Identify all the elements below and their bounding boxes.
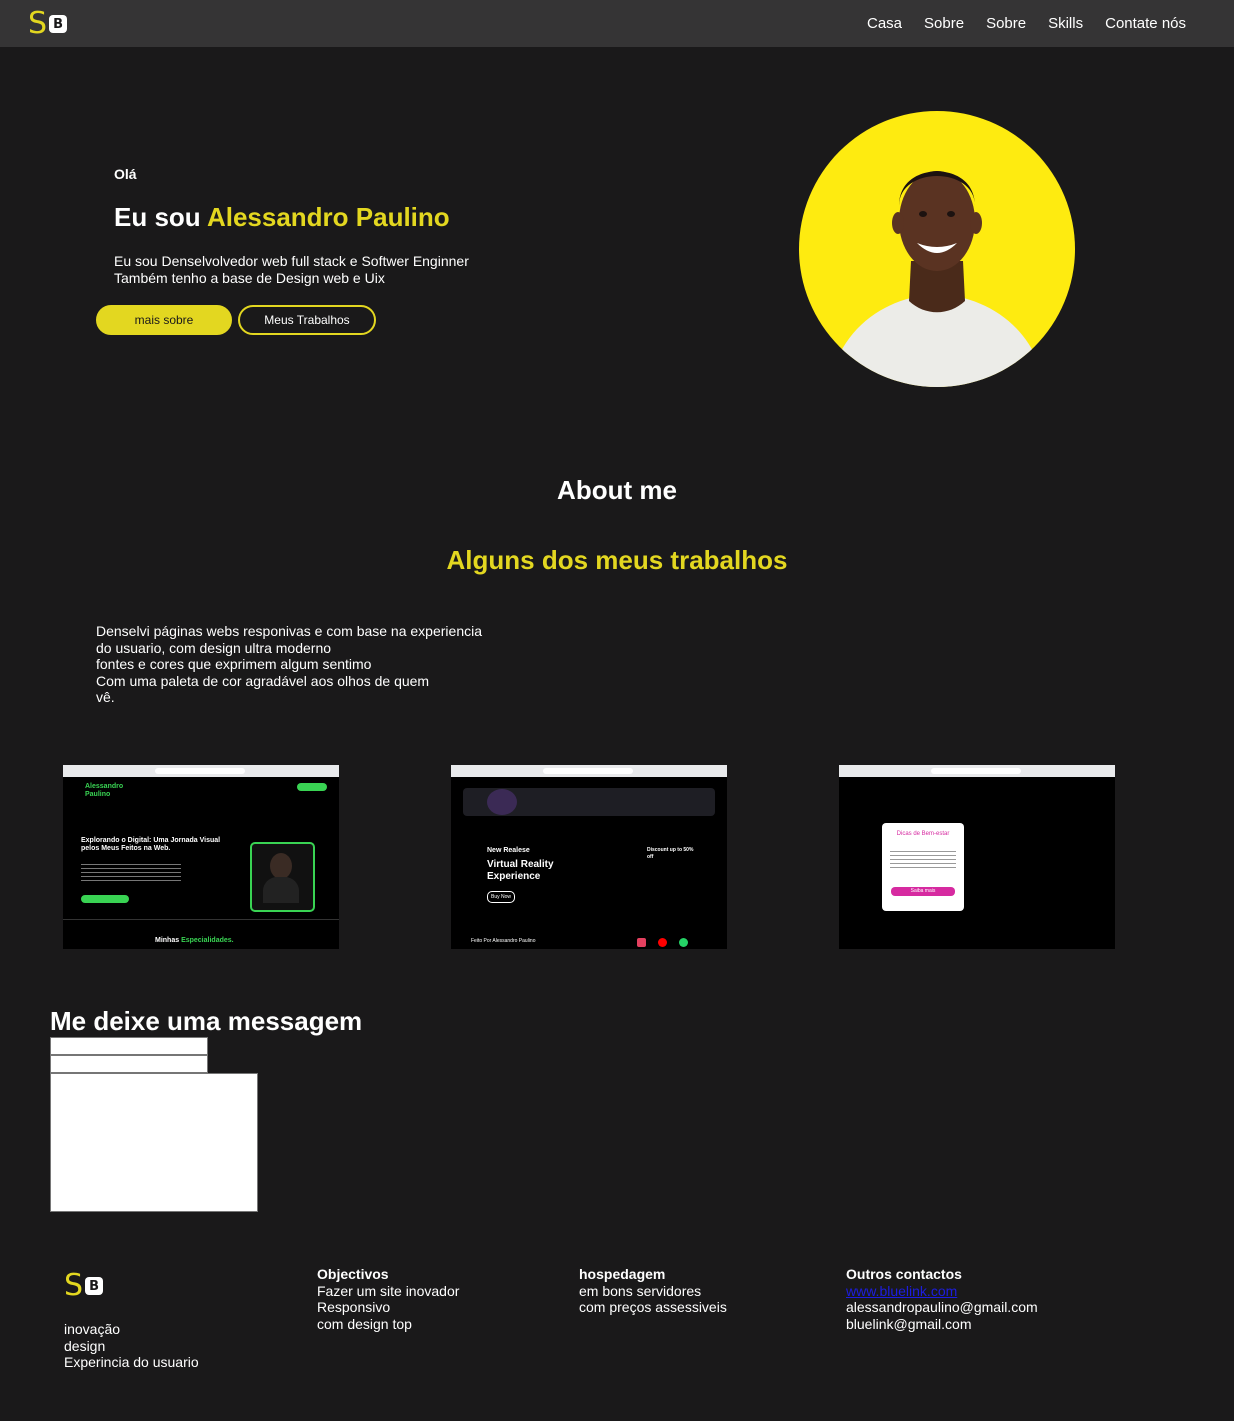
message-textarea[interactable] [50, 1073, 258, 1212]
hero-name: Alessandro Paulino [206, 202, 450, 232]
footer-contacts: Outros contactos www.bluelink.com alessa… [846, 1266, 1038, 1332]
works-title: Alguns dos meus trabalhos [446, 545, 788, 575]
profile-avatar [799, 111, 1075, 387]
site-logo[interactable]: S B [28, 6, 68, 41]
navbar: S B Casa Sobre Sobre Skills Contate nós [0, 0, 1234, 47]
youtube-icon [658, 938, 667, 947]
footer-email-2: bluelink@gmail.com [846, 1315, 972, 1332]
blogger-icon: B [85, 1277, 104, 1295]
browser-bar [839, 765, 1115, 777]
nav-link-sobre-2[interactable]: Sobre [986, 15, 1026, 32]
shot3-card: Dicas de Bem-estar Saiba mais [882, 823, 964, 911]
nav-link-skills[interactable]: Skills [1048, 15, 1083, 32]
my-works-button[interactable]: Meus Trabalhos [238, 305, 376, 335]
shot3-card-title: Dicas de Bem-estar [896, 831, 950, 837]
works-description: Denselvi páginas webs responivas e com b… [96, 623, 482, 705]
shot2-tag: New Realese [487, 847, 530, 854]
shot2-headline: Virtual Reality Experience [487, 859, 554, 882]
footer-email-1: alessandropaulino@gmail.com [846, 1299, 1038, 1315]
nav-link-casa[interactable]: Casa [867, 15, 902, 32]
work-screenshot-vr[interactable]: New Realese Virtual Reality Experience B… [451, 765, 727, 949]
browser-bar [451, 765, 727, 777]
blogger-icon: B [49, 15, 68, 33]
email-field[interactable] [50, 1055, 208, 1073]
shot1-footer: Minhas Especialidades. [155, 937, 234, 944]
logo-letter: S [28, 6, 48, 41]
hero-greeting: Olá [114, 166, 137, 182]
shot2-buy-button: Buy Now [487, 891, 515, 903]
shot1-headline: Explorando o Digital: Uma Jornada Visual… [81, 837, 221, 852]
instagram-icon [637, 938, 646, 947]
shot2-discount: Discount up to 50% off [647, 847, 694, 860]
shot2-credit: Feito Por Alessandro Paulino [471, 938, 536, 944]
nav-link-sobre[interactable]: Sobre [924, 15, 964, 32]
nav-menu: Casa Sobre Sobre Skills Contate nós [867, 15, 1186, 32]
message-title: Me deixe uma messagem [50, 1006, 363, 1036]
whatsapp-icon [679, 938, 688, 947]
shot3-card-button: Saiba mais [891, 887, 955, 896]
shot1-brand: Alessandro Paulino [85, 783, 124, 798]
more-about-button[interactable]: mais sobre [96, 305, 232, 335]
nav-link-contact[interactable]: Contate nós [1105, 15, 1186, 32]
name-field[interactable] [50, 1037, 208, 1055]
footer-about: inovação design Experincia do usuario [64, 1321, 199, 1370]
footer-logo: S B [64, 1271, 104, 1301]
hero-description: Eu sou Denselvolvedor web full stack e S… [114, 253, 469, 286]
browser-bar [63, 765, 339, 777]
footer-objectives: Objectivos Fazer um site inovador Respon… [317, 1266, 460, 1332]
hero-title: Eu sou Alessandro Paulino [114, 202, 450, 232]
footer-website-link[interactable]: www.bluelink.com [846, 1283, 957, 1299]
footer-hosting: hospedagem em bons servidores com preços… [579, 1266, 727, 1315]
work-screenshot-wellness[interactable]: Dicas de Bem-estar Saiba mais [839, 765, 1115, 949]
about-title: About me [557, 475, 677, 505]
work-screenshot-portfolio[interactable]: Alessandro Paulino Explorando o Digital:… [63, 765, 339, 949]
